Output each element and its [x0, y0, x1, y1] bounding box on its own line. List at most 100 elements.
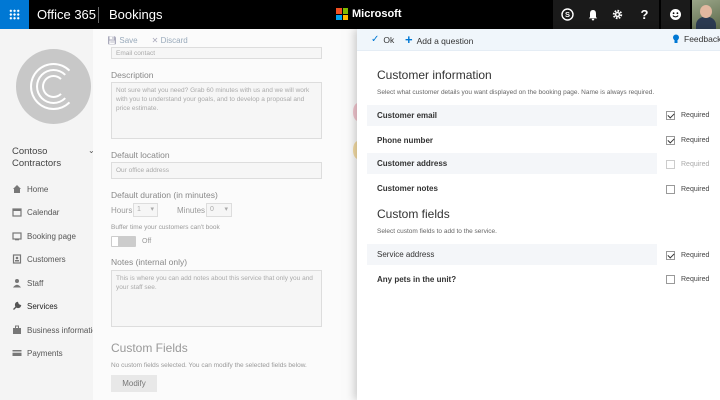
- product-title[interactable]: Bookings: [109, 7, 162, 22]
- field-row-customer-email: Customer email: [367, 105, 657, 126]
- hours-label: Hours: [111, 206, 133, 215]
- required-checkbox-phone-number[interactable]: [666, 136, 675, 145]
- service-form: 💾︎ Save ✕ Discard Email contact Descript…: [93, 29, 357, 400]
- customers-icon: [12, 254, 22, 264]
- discard-button[interactable]: ✕ Discard: [152, 36, 188, 45]
- suite-title[interactable]: Office 365: [37, 7, 96, 22]
- form-toolbar: 💾︎ Save ✕ Discard: [107, 36, 188, 45]
- nav-item-label: Business information: [27, 325, 102, 335]
- nav-item-customers[interactable]: Customers: [12, 252, 105, 266]
- required-checkbox-customer-email[interactable]: [666, 111, 675, 120]
- help-icon: ?: [640, 7, 649, 22]
- required-label: Required: [681, 276, 710, 283]
- required-label: Required: [681, 186, 710, 193]
- modify-button[interactable]: Modify: [111, 375, 157, 392]
- business-info-icon: [13, 325, 21, 334]
- panel-toolbar: ✓ Ok + Add a question Feedback: [357, 29, 720, 51]
- nav-item-label: Home: [27, 184, 49, 194]
- staff-icon: [13, 279, 21, 288]
- waffle-icon: [9, 9, 20, 20]
- nav-item-label: Payments: [27, 348, 63, 358]
- home-icon: [13, 185, 21, 193]
- required-checkbox-customer-address: [666, 160, 675, 169]
- skype-icon: S: [561, 8, 574, 21]
- required-checkbox-service-address[interactable]: [666, 251, 675, 260]
- nav-item-services[interactable]: Services: [12, 299, 105, 313]
- booking-page-icon: [12, 232, 22, 241]
- buffer-state: Off: [142, 238, 152, 245]
- ok-button[interactable]: ✓ Ok: [371, 34, 394, 45]
- description-label: Description: [111, 70, 154, 80]
- smiley-icon: [670, 9, 681, 20]
- bell-icon: [588, 9, 597, 20]
- description-field[interactable]: Not sure what you need? Grab 60 minutes …: [111, 82, 322, 139]
- field-row-customer-address: Customer address: [367, 153, 657, 174]
- minutes-label: Minutes: [177, 206, 206, 215]
- custom-fields-heading: Custom Fields: [111, 341, 188, 355]
- minutes-select[interactable]: 0 ▾: [206, 203, 232, 217]
- nav-item-label: Calendar: [27, 207, 60, 217]
- payments-icon: [12, 350, 22, 356]
- add-question-button[interactable]: + Add a question: [405, 32, 473, 47]
- close-icon: ✕: [151, 36, 159, 45]
- nav-item-calendar[interactable]: Calendar: [12, 205, 105, 219]
- nav-item-staff[interactable]: Staff: [12, 276, 105, 290]
- buffer-toggle[interactable]: [111, 236, 136, 247]
- nav-item-business-information[interactable]: Business information: [12, 323, 105, 337]
- title-divider: [98, 7, 99, 23]
- customer-information-description: Select what customer details you want di…: [377, 89, 655, 96]
- save-icon: 💾︎: [107, 36, 118, 45]
- calendar-icon: [12, 208, 22, 217]
- customer-fields-panel: ✓ Ok + Add a question Feedback Customer …: [357, 29, 720, 400]
- notes-label: Notes (internal only): [111, 257, 188, 267]
- checkmark-icon: ✓: [371, 34, 380, 45]
- field-row-customer-notes: Customer notes: [377, 184, 438, 193]
- nav-item-label: Customers: [27, 254, 66, 264]
- microsoft-logo-icon: [336, 8, 348, 20]
- left-navigation: Contoso Contractors ⌄ Home Calendar Book…: [0, 29, 101, 400]
- required-label: Required: [681, 112, 710, 119]
- save-button[interactable]: 💾︎ Save: [107, 36, 138, 45]
- required-label: Required: [681, 137, 710, 144]
- notes-field[interactable]: This is where you can add notes about th…: [111, 270, 322, 327]
- chevron-down-icon: ▾: [224, 206, 228, 213]
- feedback-button[interactable]: Feedback: [672, 34, 720, 44]
- gear-icon: [612, 9, 623, 20]
- duration-label: Default duration (in minutes): [111, 190, 218, 200]
- svg-text:S: S: [565, 10, 570, 19]
- services-icon: [13, 301, 22, 310]
- business-logo[interactable]: [16, 49, 91, 124]
- email-field[interactable]: Email contact: [111, 47, 322, 59]
- field-row-pets-in-unit: Any pets in the unit?: [377, 275, 457, 284]
- custom-fields-description: Select custom fields to add to the servi…: [377, 228, 497, 235]
- help-button[interactable]: ?: [630, 0, 659, 29]
- app-launcher-button[interactable]: [0, 0, 29, 29]
- feedback-smiley-button[interactable]: [661, 0, 690, 29]
- field-row-service-address: Service address: [367, 244, 657, 265]
- required-checkbox-pets-in-unit[interactable]: [666, 275, 675, 284]
- nav-item-label: Booking page: [27, 231, 76, 241]
- lightbulb-icon: [673, 34, 679, 43]
- hours-select[interactable]: 1 ▾: [133, 203, 158, 217]
- nav-item-label: Services: [27, 301, 58, 311]
- business-name[interactable]: Contoso Contractors: [12, 146, 82, 170]
- chevron-down-icon: ▾: [150, 206, 154, 213]
- required-label: Required: [681, 252, 710, 259]
- user-avatar[interactable]: [692, 0, 720, 29]
- location-field[interactable]: Our office address: [111, 162, 322, 179]
- plus-icon: +: [405, 32, 413, 47]
- required-label: Required: [681, 161, 710, 168]
- nav-item-booking-page[interactable]: Booking page: [12, 229, 105, 243]
- microsoft-brand: Microsoft: [352, 8, 402, 20]
- buffer-label: Buffer time your customers can't book: [111, 224, 220, 231]
- nav-item-payments[interactable]: Payments: [12, 346, 105, 360]
- settings-button[interactable]: [603, 0, 632, 29]
- required-checkbox-customer-notes[interactable]: [666, 185, 675, 194]
- field-row-phone-number: Phone number: [377, 136, 434, 145]
- nav-item-home[interactable]: Home: [12, 182, 105, 196]
- nav-item-label: Staff: [27, 278, 44, 288]
- background-strip: [341, 29, 363, 400]
- custom-fields-heading: Custom fields: [377, 207, 450, 221]
- top-bar: Office 365 Bookings Microsoft S ?: [0, 0, 720, 29]
- location-label: Default location: [111, 150, 170, 160]
